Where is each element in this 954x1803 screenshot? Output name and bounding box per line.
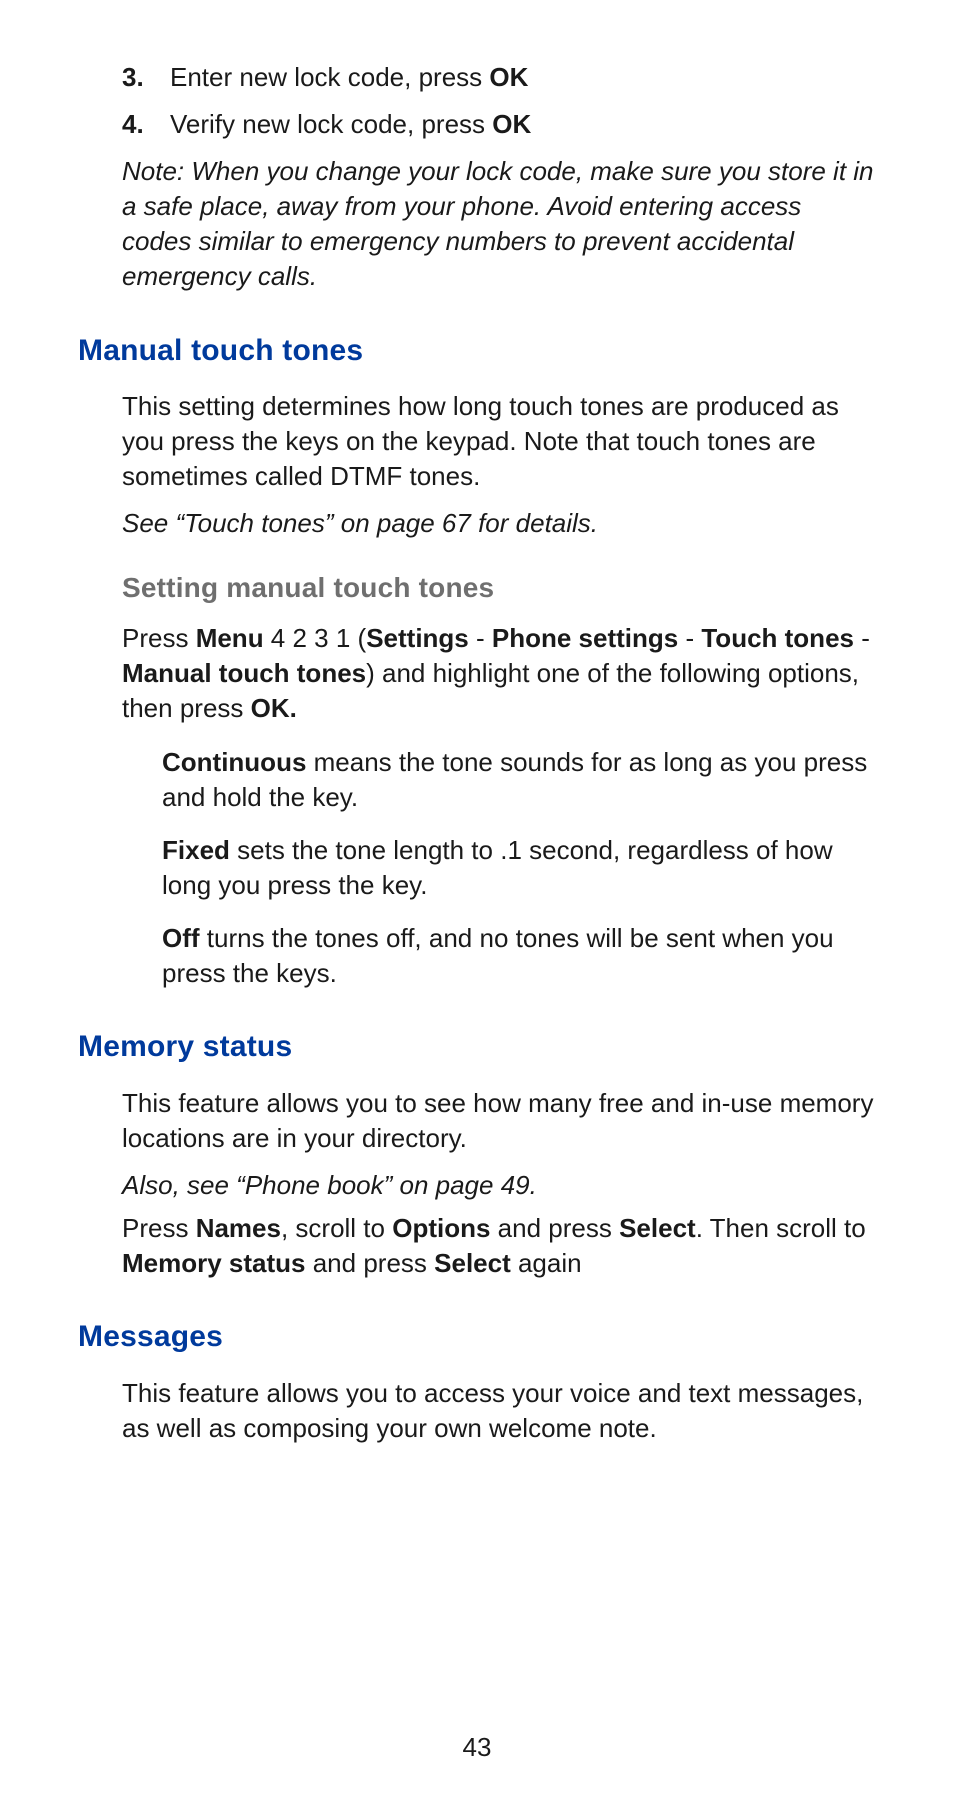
step-number: 4.	[122, 107, 150, 142]
text: -	[678, 623, 701, 653]
lock-code-note: Note: When you change your lock code, ma…	[122, 154, 876, 294]
subheading-setting-manual-touch-tones: Setting manual touch tones	[122, 569, 876, 607]
heading-manual-touch-tones: Manual touch tones	[78, 331, 876, 372]
step-bold: OK	[489, 62, 528, 92]
memory-press-instruction: Press Names, scroll to Options and press…	[122, 1211, 876, 1281]
step-text: Enter new lock code, press	[170, 62, 489, 92]
option-label: Fixed	[162, 835, 230, 865]
option-fixed: Fixed sets the tone length to .1 second,…	[162, 833, 876, 903]
manual-see-ref: See “Touch tones” on page 67 for details…	[122, 506, 876, 541]
text: , scroll to	[281, 1213, 392, 1243]
label-ok: OK.	[251, 693, 297, 723]
label-settings: Settings	[366, 623, 469, 653]
label-manual-touch-tones: Manual touch tones	[122, 658, 366, 688]
label-select: Select	[619, 1213, 696, 1243]
text: -	[469, 623, 492, 653]
text: . Then scroll to	[696, 1213, 866, 1243]
option-label: Continuous	[162, 747, 306, 777]
label-select: Select	[434, 1248, 511, 1278]
option-desc: sets the tone length to .1 second, regar…	[162, 835, 833, 900]
step-3: 3. Enter new lock code, press OK	[122, 60, 876, 95]
step-text: Verify new lock code, press	[170, 109, 492, 139]
step-number: 3.	[122, 60, 150, 95]
label-memory-status: Memory status	[122, 1248, 306, 1278]
step-body: Enter new lock code, press OK	[170, 60, 876, 95]
messages-intro: This feature allows you to access your v…	[122, 1376, 876, 1446]
label-options: Options	[392, 1213, 490, 1243]
text: -	[854, 623, 870, 653]
label-phone-settings: Phone settings	[492, 623, 678, 653]
step-4: 4. Verify new lock code, press OK	[122, 107, 876, 142]
lock-code-steps: 3. Enter new lock code, press OK 4. Veri…	[78, 60, 876, 142]
memory-see-ref: Also, see “Phone book” on page 49.	[122, 1168, 876, 1203]
option-off: Off turns the tones off, and no tones wi…	[162, 921, 876, 991]
step-bold: OK	[492, 109, 531, 139]
manual-press-instruction: Press Menu 4 2 3 1 (Settings - Phone set…	[122, 621, 876, 726]
step-body: Verify new lock code, press OK	[170, 107, 876, 142]
option-label: Off	[162, 923, 200, 953]
text: 4 2 3 1 (	[264, 623, 367, 653]
text: again	[511, 1248, 582, 1278]
text: Press	[122, 1213, 196, 1243]
text: Press	[122, 623, 196, 653]
option-desc: turns the tones off, and no tones will b…	[162, 923, 834, 988]
heading-messages: Messages	[78, 1317, 876, 1358]
label-touch-tones: Touch tones	[701, 623, 854, 653]
label-menu: Menu	[196, 623, 264, 653]
manual-intro: This setting determines how long touch t…	[122, 389, 876, 494]
manual-page: 3. Enter new lock code, press OK 4. Veri…	[0, 0, 954, 1803]
text: and press	[306, 1248, 435, 1278]
option-continuous: Continuous means the tone sounds for as …	[162, 745, 876, 815]
page-number: 43	[0, 1730, 954, 1765]
memory-intro: This feature allows you to see how many …	[122, 1086, 876, 1156]
text: and press	[490, 1213, 619, 1243]
label-names: Names	[196, 1213, 281, 1243]
heading-memory-status: Memory status	[78, 1027, 876, 1068]
